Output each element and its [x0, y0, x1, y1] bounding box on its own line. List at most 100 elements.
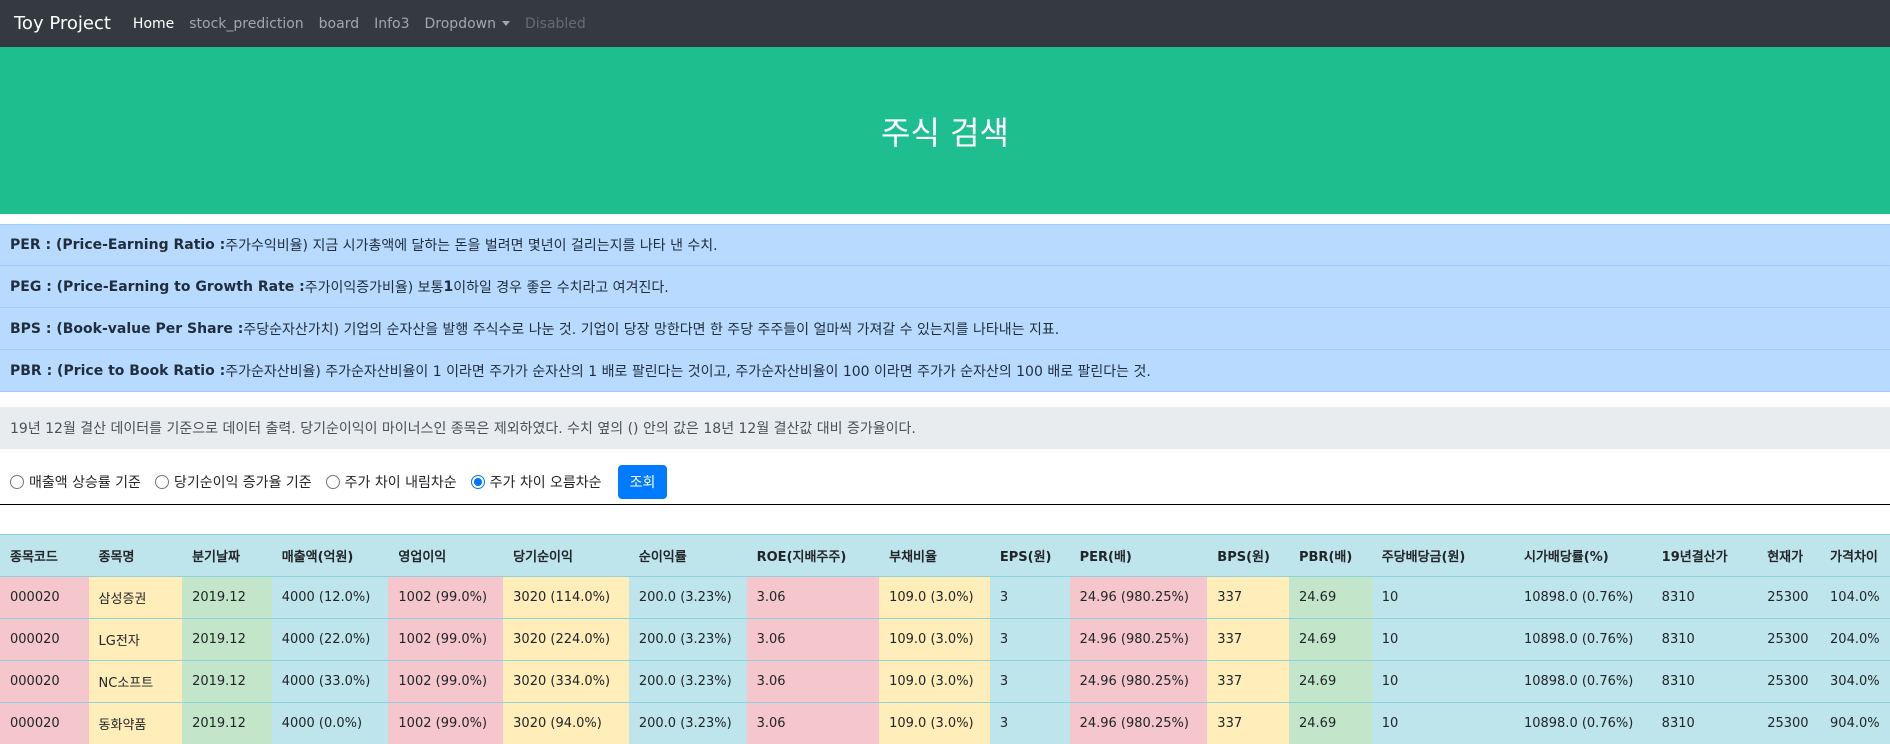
table-cell: 3 [989, 576, 1070, 619]
page-title: 주식 검색 [881, 113, 1009, 152]
table-cell: 2019.12 [182, 702, 272, 744]
table-cell: 24.96 (980.25%) [1069, 660, 1208, 703]
column-header: 순이익률 [628, 534, 747, 577]
nav-link-stock-prediction[interactable]: stock_prediction [189, 16, 303, 32]
radio-button-checked[interactable] [470, 475, 485, 489]
glossary-desc: 주가이익증가비율) 보통 [304, 279, 444, 296]
radio-button[interactable] [154, 475, 169, 489]
table-cell: 4000 (12.0%) [271, 576, 389, 619]
column-header: 주당배당금(원) [1371, 534, 1514, 577]
table-cell: 3.06 [746, 660, 880, 703]
column-header: 분기날짜 [182, 534, 272, 577]
table-cell: 4000 (33.0%) [271, 660, 389, 703]
radio-price-diff-asc[interactable]: 주가 차이 오름차순 [470, 472, 602, 492]
table-cell: 24.69 [1289, 618, 1372, 661]
glossary-term: BPS : (Book-value Per Share : [10, 320, 244, 337]
table-row[interactable]: 000020 LG전자 2019.12 4000 (22.0%) 1002 (99.0%… [0, 618, 1890, 661]
table-cell: 2019.12 [182, 618, 272, 661]
table-cell: 3 [989, 618, 1070, 661]
column-header: BPS(원) [1207, 534, 1289, 577]
radio-sales-growth[interactable]: 매출액 상승률 기준 [10, 472, 141, 492]
table-cell: 104.0% [1820, 576, 1890, 619]
table-cell: 000020 [0, 702, 89, 744]
table-cell: 109.0 (3.0%) [879, 702, 990, 744]
navbar-brand[interactable]: Toy Project [14, 13, 111, 34]
nav-dropdown-toggle[interactable]: Dropdown [425, 16, 510, 32]
table-cell: 3020 (224.0%) [503, 618, 629, 661]
table-cell: 304.0% [1820, 660, 1890, 703]
table-cell: 3.06 [746, 702, 880, 744]
table-cell: 10898.0 (0.76%) [1513, 660, 1652, 703]
glossary-item-bps: BPS : (Book-value Per Share : 주당순자산가치) 기… [0, 308, 1890, 350]
table-cell: 4000 (0.0%) [271, 702, 389, 744]
glossary-term: PEG : (Price-Earning to Growth Rate : [10, 278, 305, 295]
glossary-desc: 주가순자산비율) 주가순자산비율이 1 이라면 주가가 순자산의 1 배로 팔린… [225, 363, 1151, 380]
glossary-desc-tail: 이하일 경우 좋은 수치라고 여겨진다. [453, 279, 669, 296]
radio-net-income-growth[interactable]: 당기순이익 증가율 기준 [154, 472, 312, 492]
column-header: EPS(원) [989, 534, 1070, 577]
table-cell: 109.0 (3.0%) [879, 576, 990, 619]
column-header: 부채비율 [879, 534, 990, 577]
search-button[interactable]: 조회 [617, 465, 668, 499]
column-header: 종목코드 [0, 534, 89, 577]
table-cell: 200.0 (3.23%) [628, 660, 747, 703]
table-cell: 337 [1207, 576, 1289, 619]
nav-link-home[interactable]: Home [133, 16, 174, 32]
table-row[interactable]: 000020 동화약품 2019.12 4000 (0.0%) 1002 (99.0%)… [0, 702, 1890, 744]
table-cell: 1002 (99.0%) [388, 618, 504, 661]
table-cell: 25300 [1757, 702, 1821, 744]
table-cell: 200.0 (3.23%) [628, 702, 747, 744]
table-cell: 25300 [1757, 618, 1821, 661]
table-cell: 2019.12 [182, 576, 272, 619]
table-cell: 동화약품 [88, 702, 183, 744]
column-header: PBR(배) [1289, 534, 1372, 577]
table-row[interactable]: 000020 삼성증권 2019.12 4000 (12.0%) 1002 (99.0%… [0, 576, 1890, 619]
page-header-banner: 주식 검색 [0, 47, 1890, 214]
column-header: 19년결산가 [1651, 534, 1758, 577]
table-cell: 24.69 [1289, 702, 1372, 744]
table-cell: 000020 [0, 660, 89, 703]
glossary-list: PER : (Price-Earning Ratio : 주가수익비율) 지금 … [0, 224, 1890, 392]
table-cell: 24.96 (980.25%) [1069, 576, 1208, 619]
table-header-row: 종목코드 종목명 분기날짜 매출액(억원) 영업이익 당기순이익 순이익률 ROE(지배주주)… [0, 534, 1890, 577]
table-cell: 204.0% [1820, 618, 1890, 661]
table-cell: 3020 (334.0%) [503, 660, 629, 703]
column-header: 시가배당률(%) [1513, 534, 1652, 577]
radio-button[interactable] [10, 475, 24, 489]
divider [0, 504, 1890, 505]
glossary-term: PER : (Price-Earning Ratio : [10, 237, 226, 253]
nav-link-info3[interactable]: Info3 [374, 16, 409, 32]
radio-button[interactable] [325, 475, 340, 489]
stock-table-container[interactable]: 종목코드 종목명 분기날짜 매출액(억원) 영업이익 당기순이익 순이익률 ROE(지배주주)… [0, 534, 1890, 744]
glossary-desc: 주가수익비율) 지금 시가총액에 달하는 돈을 벌려면 몇년이 걸리는지를 나타… [225, 238, 718, 254]
table-cell: 24.96 (980.25%) [1069, 618, 1208, 661]
table-cell: 8310 [1651, 618, 1758, 661]
column-header: 가격차이 [1820, 534, 1890, 577]
radio-price-diff-desc[interactable]: 주가 차이 내림차순 [325, 472, 457, 492]
radio-label: 주가 차이 오름차순 [489, 475, 602, 491]
nav-link-board[interactable]: board [319, 16, 359, 32]
column-header: PER(배) [1069, 534, 1208, 577]
caret-down-icon [501, 21, 510, 26]
radio-label: 매출액 상승률 기준 [29, 475, 141, 491]
table-cell: 337 [1207, 660, 1289, 703]
table-cell: 삼성증권 [88, 576, 183, 619]
table-cell: NC소프트 [88, 660, 183, 703]
table-cell: 8310 [1651, 702, 1758, 744]
radio-label: 주가 차이 내림차순 [344, 475, 457, 491]
column-header: 당기순이익 [503, 534, 629, 577]
glossary-number: 1 [443, 278, 454, 295]
glossary-item-per: PER : (Price-Earning Ratio : 주가수익비율) 지금 … [0, 224, 1890, 266]
table-cell: 25300 [1757, 660, 1821, 703]
table-cell: 3020 (114.0%) [503, 576, 629, 619]
table-cell: 24.69 [1289, 660, 1372, 703]
table-row[interactable]: 000020 NC소프트 2019.12 4000 (33.0%) 1002 (99.0… [0, 660, 1890, 703]
table-cell: 10 [1371, 660, 1514, 703]
sort-options-form: 매출액 상승률 기준 당기순이익 증가율 기준 주가 차이 내림차순 주가 차이… [0, 460, 1890, 504]
glossary-desc: 주당순자산가치) 기업의 순자산을 발행 주식수로 나눈 것. 기업이 당장 망… [243, 321, 1060, 338]
column-header: ROE(지배주주) [746, 534, 880, 577]
table-cell: 000020 [0, 576, 89, 619]
table-cell: 3020 (94.0%) [503, 702, 629, 744]
table-cell: 3.06 [746, 576, 880, 619]
column-header: 종목명 [88, 534, 183, 577]
